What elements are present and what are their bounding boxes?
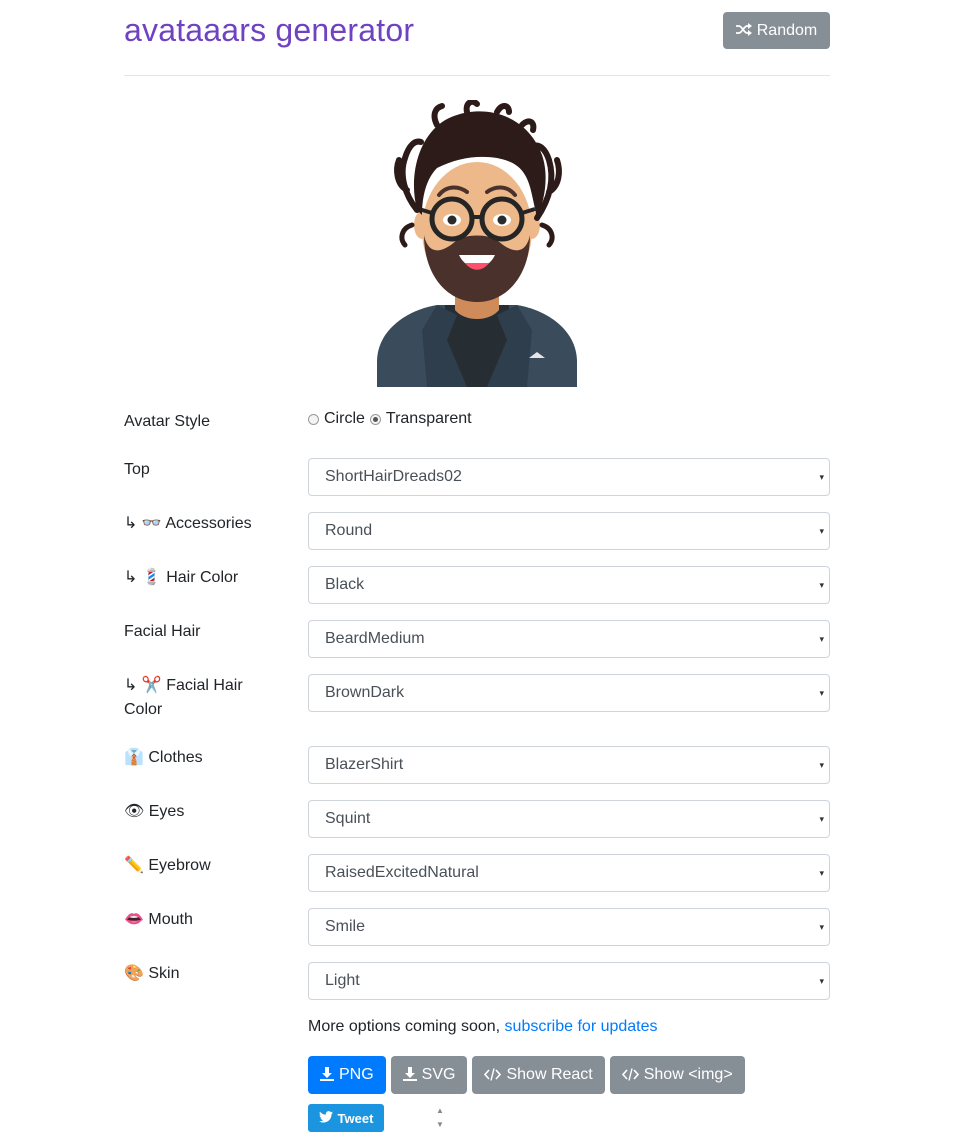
mouth-select[interactable]: Smile ▾	[308, 908, 830, 946]
show-img-label: Show <img>	[643, 1066, 733, 1083]
chevron-down-icon: ▾	[819, 868, 824, 878]
show-react-button[interactable]: Show React	[472, 1056, 605, 1094]
avatar-style-row: Avatar Style Circle Transparent	[124, 410, 830, 434]
page-title: avataaars generator	[124, 12, 415, 48]
shuffle-icon	[735, 23, 752, 38]
tweet-button[interactable]: Tweet	[308, 1104, 384, 1132]
circle-radio[interactable]	[308, 413, 319, 425]
page-header: avataaars generator Random	[124, 0, 830, 76]
chevron-down-icon: ▾	[819, 976, 824, 986]
spinner-up-icon[interactable]: ▲	[434, 1104, 446, 1118]
twitter-bird-icon	[318, 1110, 333, 1126]
eyebrow-select-value: RaisedExcitedNatural	[325, 864, 479, 881]
scroll-spinner[interactable]: ▲ ▼	[434, 1104, 446, 1132]
png-button-label: PNG	[339, 1066, 374, 1083]
mouth-select-value: Smile	[325, 918, 366, 935]
show-react-label: Show React	[506, 1066, 593, 1083]
svg-download-button[interactable]: SVG	[390, 1056, 468, 1094]
skin-row: 🎨 Skin Light ▾	[124, 962, 830, 1000]
main-container: avataaars generator Random Avatar Style …	[124, 0, 830, 1132]
accessories-select-value: Round	[325, 522, 373, 539]
transparent-radio[interactable]	[369, 413, 381, 425]
download-icon	[402, 1067, 417, 1083]
top-select-value: ShortHairDreads02	[325, 468, 462, 485]
facial-hair-row: Facial Hair BeardMedium ▾	[124, 620, 830, 658]
tweet-label: Tweet	[337, 1110, 374, 1126]
eyes-row: 👁 Eyes Squint ▾	[124, 800, 830, 838]
eyebrow-row: ✏️ Eyebrow RaisedExcitedNatural ▾	[124, 854, 830, 892]
chevron-down-icon: ▾	[819, 814, 824, 824]
mouth-row: 👄 Mouth Smile ▾	[124, 908, 830, 946]
clothes-row: 👔 Clothes BlazerShirt ▾	[124, 746, 830, 784]
eyes-label: 👁 Eyes	[124, 803, 185, 820]
random-button[interactable]: Random	[723, 12, 830, 49]
more-options-text: More options coming soon, subscribe for …	[308, 1018, 658, 1036]
circle-radio-label: Circle	[324, 410, 365, 427]
chevron-down-icon: ▾	[819, 634, 824, 644]
spinner-down-icon[interactable]: ▼	[434, 1118, 446, 1132]
skin-select[interactable]: Light ▾	[308, 962, 830, 1000]
avatar-image	[377, 98, 577, 387]
avatar-preview	[377, 98, 577, 387]
chevron-down-icon: ▾	[819, 760, 824, 770]
top-label: Top	[124, 461, 150, 478]
accessories-select[interactable]: Round ▾	[308, 512, 830, 550]
hair-color-row: ↳ 💈 Hair Color Black ▾	[124, 566, 830, 604]
facial-hair-label: Facial Hair	[124, 623, 201, 640]
transparent-radio-label: Transparent	[385, 410, 472, 427]
chevron-down-icon: ▾	[819, 580, 824, 590]
top-row: Top ShortHairDreads02 ▾	[124, 458, 830, 496]
skin-label: 🎨 Skin	[124, 965, 180, 982]
skin-select-value: Light	[325, 972, 360, 989]
eyes-select[interactable]: Squint ▾	[308, 800, 830, 838]
svg-button-label: SVG	[421, 1066, 456, 1083]
facial-hair-color-label: ↳ ✂️ Facial Hair Color	[124, 677, 243, 718]
chevron-down-icon: ▾	[819, 472, 824, 482]
png-download-button[interactable]: PNG	[308, 1056, 386, 1094]
chevron-down-icon: ▾	[819, 688, 824, 698]
subscribe-link[interactable]: subscribe for updates	[505, 1018, 658, 1035]
facial-hair-select-value: BeardMedium	[325, 630, 425, 647]
mouth-label: 👄 Mouth	[124, 911, 193, 928]
facial-hair-color-row: ↳ ✂️ Facial Hair Color BrownDark ▾	[124, 674, 830, 722]
clothes-select[interactable]: BlazerShirt ▾	[308, 746, 830, 784]
eyes-select-value: Squint	[325, 810, 371, 827]
avatar-style-radio-group: Circle Transparent	[308, 410, 472, 428]
accessories-row: ↳ 👓 Accessories Round ▾	[124, 512, 830, 550]
eyebrow-label: ✏️ Eyebrow	[124, 857, 211, 874]
facial-hair-color-select[interactable]: BrownDark ▾	[308, 674, 830, 712]
export-buttons: PNG SVG Show React Show <img>	[308, 1056, 745, 1094]
facial-hair-select[interactable]: BeardMedium ▾	[308, 620, 830, 658]
hair-color-select[interactable]: Black ▾	[308, 566, 830, 604]
download-icon	[320, 1067, 334, 1083]
show-img-button[interactable]: Show <img>	[609, 1056, 745, 1094]
clothes-select-value: BlazerShirt	[325, 756, 404, 773]
avatar-style-label: Avatar Style	[124, 413, 210, 430]
top-select[interactable]: ShortHairDreads02 ▾	[308, 458, 830, 496]
eyebrow-select[interactable]: RaisedExcitedNatural ▾	[308, 854, 830, 892]
clothes-label: 👔 Clothes	[124, 749, 203, 766]
chevron-down-icon: ▾	[819, 526, 824, 536]
more-options-prefix: More options coming soon,	[308, 1018, 505, 1035]
code-icon	[484, 1067, 502, 1083]
facial-hair-color-select-value: BrownDark	[325, 684, 405, 701]
accessories-label: ↳ 👓 Accessories	[124, 515, 252, 532]
hair-color-label: ↳ 💈 Hair Color	[124, 569, 239, 586]
random-button-label: Random	[756, 21, 818, 39]
hair-color-select-value: Black	[325, 576, 365, 593]
chevron-down-icon: ▾	[819, 922, 824, 932]
code-icon	[621, 1067, 639, 1083]
